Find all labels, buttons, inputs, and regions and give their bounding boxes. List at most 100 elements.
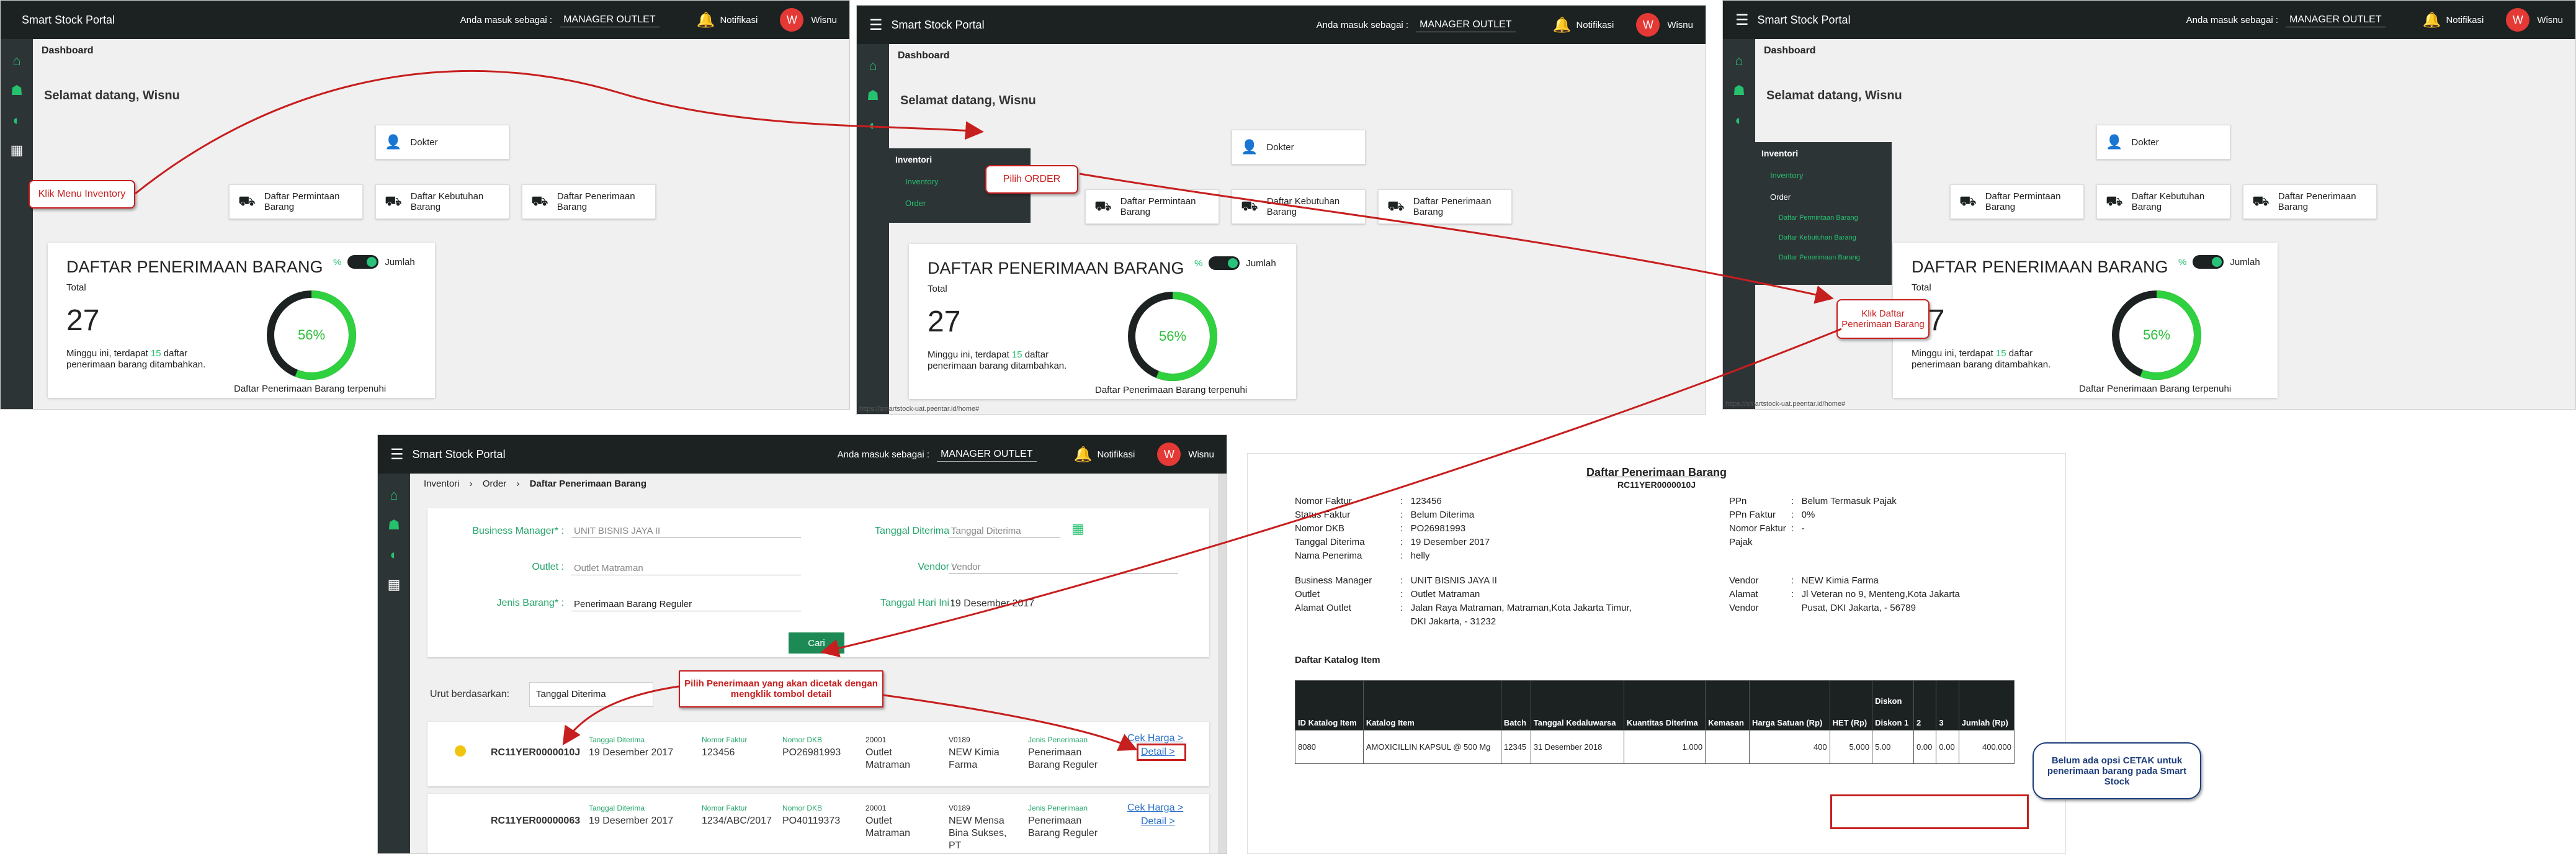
bell-icon[interactable]: 🔔: [2423, 11, 2441, 29]
tile-label: Daftar Penerimaan Barang: [557, 191, 635, 212]
menu-kebutuhan[interactable]: Daftar Kebutuhan Barang: [1723, 228, 1892, 248]
row2-vendor: NEW Mensa Bina Sukses, PT: [949, 816, 1007, 851]
role-select[interactable]: MANAGER OUTLET: [2286, 13, 2386, 27]
menu-order[interactable]: Order: [857, 192, 1031, 214]
hamburger-icon[interactable]: ☰: [1735, 11, 1749, 29]
toggle-pct: %: [333, 256, 342, 267]
home-icon[interactable]: ⌂: [857, 58, 889, 74]
tile-permintaan[interactable]: ⛟ Daftar Permintaan Barang: [1950, 184, 2084, 219]
bell-icon[interactable]: 🔔: [697, 11, 715, 29]
role-select[interactable]: MANAGER OUTLET: [1416, 18, 1516, 32]
th-d3: 3: [1936, 680, 1959, 730]
sort-select[interactable]: Tanggal Diterima: [529, 682, 653, 707]
bell-icon[interactable]: 🔔: [1074, 446, 1093, 464]
callout-pilih-penerimaan: Pilih Penerimaan yang akan dicetak denga…: [679, 670, 883, 708]
calendar-icon[interactable]: ▦: [1071, 521, 1085, 537]
crumb-order[interactable]: Order: [483, 479, 506, 489]
info-text: Minggu ini, terdapat 15 daftar penerimaa…: [928, 349, 1067, 371]
progress-value: 56%: [2142, 327, 2171, 343]
breadcrumb: Dashboard: [1764, 45, 1816, 56]
avatar[interactable]: W: [1636, 13, 1660, 37]
crumb-inventori[interactable]: Inventori: [424, 479, 460, 489]
row1-code1: 20001: [865, 735, 887, 744]
doctor-icon[interactable]: ☗: [378, 517, 410, 533]
doctor-icon[interactable]: ☗: [1723, 83, 1755, 99]
role-select[interactable]: MANAGER OUTLET: [937, 447, 1037, 462]
pill-icon[interactable]: ◐: [378, 547, 410, 563]
tile-dokter[interactable]: 👤 Dokter: [2096, 125, 2230, 160]
outlet-select[interactable]: Outlet Matraman: [571, 562, 801, 575]
th-harga: Harga Satuan (Rp): [1748, 680, 1830, 730]
tile-penerimaan[interactable]: ⛟ Daftar Penerimaan Barang: [522, 184, 656, 219]
pill-icon[interactable]: ◐: [1, 112, 33, 128]
tile-kebutuhan[interactable]: ⛟ Daftar Kebutuhan Barang: [375, 184, 509, 219]
warning-dot-icon: [455, 745, 466, 757]
bm-field[interactable]: UNIT BISNIS JAYA II: [571, 524, 801, 538]
total-value: 27: [66, 304, 100, 337]
home-icon[interactable]: ⌂: [1, 53, 33, 69]
notification-label[interactable]: Notifikasi: [1097, 449, 1135, 460]
cari-button[interactable]: Cari: [789, 632, 844, 654]
top-bar: Smart Stock Portal Anda masuk sebagai : …: [1, 1, 849, 39]
doc-right2-labels: Vendor Alamat Vendor: [1729, 575, 1759, 613]
th-kuantitas: Kuantitas Diterima: [1623, 680, 1706, 730]
notification-label[interactable]: Notifikasi: [720, 15, 758, 25]
app-title: Smart Stock Portal: [22, 13, 115, 26]
hamburger-icon[interactable]: ☰: [390, 446, 404, 464]
hamburger-icon[interactable]: ☰: [869, 16, 883, 34]
menu-order[interactable]: Order: [1723, 186, 1892, 208]
jenis-label: Jenis Barang* :: [496, 598, 564, 608]
cell: 400.000: [1958, 730, 2015, 764]
row2-detail[interactable]: Detail >: [1141, 816, 1175, 827]
tile-dokter[interactable]: 👤 Dokter: [375, 125, 509, 160]
inventory-icon[interactable]: ▦: [1, 142, 33, 158]
truck-icon: ⛟: [1094, 197, 1112, 214]
info-text: Minggu ini, terdapat 15 daftar penerimaa…: [66, 348, 206, 370]
tile-penerimaan[interactable]: ⛟ Daftar Penerimaan Barang: [2243, 184, 2377, 219]
doctor-icon[interactable]: ☗: [857, 88, 889, 104]
sort-value: Tanggal Diterima: [536, 689, 606, 699]
menu-inventory[interactable]: Inventory: [1723, 164, 1892, 186]
menu-permintaan[interactable]: Daftar Permintaan Barang: [1723, 208, 1892, 228]
status-url: https://smartstock-uat.peentar.id/home#: [1725, 400, 1846, 408]
notification-label[interactable]: Notifikasi: [2446, 15, 2484, 25]
tile-penerimaan[interactable]: ⛟ Daftar Penerimaan Barang: [1378, 189, 1512, 224]
vendor-field[interactable]: Vendor: [949, 560, 1178, 574]
menu-inventori[interactable]: Inventori: [1723, 142, 1892, 164]
scrollbar[interactable]: [1218, 474, 1227, 853]
tile-permintaan[interactable]: ⛟ Daftar Permintaan Barang: [1085, 189, 1219, 224]
inventory-icon[interactable]: ▦: [378, 577, 410, 593]
bell-icon[interactable]: 🔔: [1553, 16, 1572, 34]
pill-icon[interactable]: ◐: [1723, 112, 1755, 128]
row2-cek-harga[interactable]: Cek Harga >: [1127, 802, 1183, 814]
row1-cek-harga[interactable]: Cek Harga >: [1127, 733, 1183, 744]
app-title: Smart Stock Portal: [1757, 13, 1851, 26]
truck-icon: ⛟: [238, 192, 256, 209]
home-icon[interactable]: ⌂: [1723, 53, 1755, 69]
th-katalog: Katalog Item: [1362, 680, 1501, 730]
menu-penerimaan[interactable]: Daftar Penerimaan Barang: [1723, 248, 1892, 267]
toggle[interactable]: % Jumlah: [333, 255, 415, 269]
welcome-text: Selamat datang, Wisnu: [44, 89, 180, 102]
avatar[interactable]: W: [2506, 8, 2530, 32]
toggle[interactable]: % Jumlah: [2178, 255, 2260, 269]
avatar[interactable]: W: [1157, 443, 1181, 466]
tgl-field[interactable]: Tanggal Diterima: [949, 524, 1060, 538]
tile-dokter[interactable]: 👤 Dokter: [1232, 130, 1366, 164]
home-icon[interactable]: ⌂: [378, 487, 410, 503]
table-row: 8080 AMOXICILLIN KAPSUL @ 500 Mg 12345 3…: [1295, 730, 2015, 764]
tile-kebutuhan[interactable]: ⛟ Daftar Kebutuhan Barang: [2096, 184, 2230, 219]
tile-permintaan[interactable]: ⛟ Daftar Permintaan Barang: [229, 184, 363, 219]
pill-icon[interactable]: ◐: [857, 117, 889, 133]
tile-kebutuhan[interactable]: ⛟ Daftar Kebutuhan Barang: [1232, 189, 1366, 224]
jenis-select[interactable]: Penerimaan Barang Reguler: [571, 598, 801, 611]
callout-klik-inventory: Klik Menu Inventory: [29, 180, 135, 209]
role-select[interactable]: MANAGER OUTLET: [560, 13, 660, 27]
toggle[interactable]: % Jumlah: [1194, 256, 1276, 270]
welcome-text: Selamat datang, Wisnu: [900, 94, 1036, 107]
doctor-icon[interactable]: ☗: [1, 83, 33, 99]
notification-label[interactable]: Notifikasi: [1576, 20, 1614, 30]
avatar[interactable]: W: [780, 8, 804, 32]
doc-right1-labels: PPn PPn Faktur Nomor Faktur Pajak: [1729, 496, 1786, 547]
sidebar: ⌂ ☗ ◐ ▦: [378, 474, 410, 853]
